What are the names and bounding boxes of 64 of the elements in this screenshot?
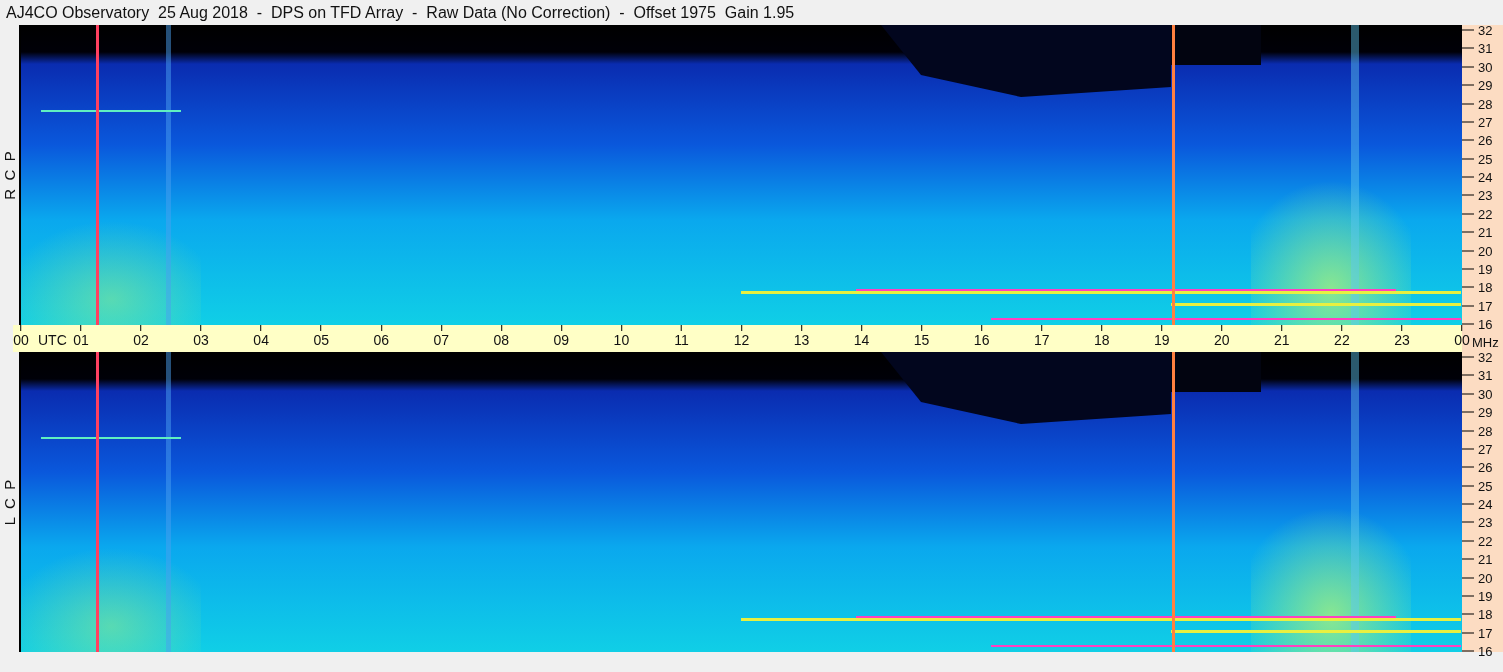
time-label: 22 <box>1334 332 1350 348</box>
frequency-label: 30 <box>1478 386 1493 402</box>
time-label: 03 <box>193 332 209 348</box>
frequency-label: 20 <box>1478 570 1493 585</box>
frequency-label: 25 <box>1478 478 1493 494</box>
polarization-label: L C P <box>1 479 18 525</box>
frequency-label: 32 <box>1478 22 1493 38</box>
frequency-label: 32 <box>1478 349 1493 365</box>
frequency-label: 28 <box>1478 96 1493 111</box>
frequency-label: 31 <box>1478 40 1493 56</box>
time-label: 05 <box>313 332 329 348</box>
frequency-label: 22 <box>1478 206 1493 222</box>
frequency-label: 26 <box>1478 132 1493 148</box>
frequency-label: 27 <box>1478 114 1493 130</box>
time-label: 11 <box>674 332 689 348</box>
time-label: 13 <box>793 332 810 348</box>
frequency-label: 21 <box>1478 224 1493 240</box>
time-label: 01 <box>73 332 89 348</box>
frequency-label: 17 <box>1478 298 1493 314</box>
time-label: 09 <box>553 332 570 348</box>
time-label: 00 <box>13 332 29 348</box>
frequency-label: 20 <box>1478 243 1493 258</box>
frequency-label: 17 <box>1478 625 1493 641</box>
frequency-label: 29 <box>1478 77 1493 93</box>
time-label: 04 <box>253 332 269 348</box>
frequency-label: 19 <box>1478 261 1493 277</box>
time-label: 02 <box>133 332 149 348</box>
frequency-label: 31 <box>1478 367 1493 383</box>
frequency-label: 23 <box>1478 514 1493 530</box>
time-label: 00 <box>1454 332 1470 348</box>
time-label: 19 <box>1154 332 1170 348</box>
time-label: 18 <box>1093 332 1110 348</box>
frequency-label: 18 <box>1478 279 1493 295</box>
frequency-label: 16 <box>1478 316 1493 332</box>
time-label: 14 <box>853 332 870 348</box>
frequency-label: 29 <box>1478 404 1493 420</box>
frequency-label: 23 <box>1478 187 1493 203</box>
frequency-label: 28 <box>1478 423 1493 438</box>
time-label: 06 <box>373 332 390 348</box>
frequency-label: 27 <box>1478 441 1493 457</box>
frequency-label: 21 <box>1478 551 1493 567</box>
frequency-label: 16 <box>1478 643 1493 659</box>
frequency-label: 30 <box>1478 59 1493 75</box>
time-label: 08 <box>493 332 510 348</box>
frequency-label: 22 <box>1478 533 1493 549</box>
frequency-label: 24 <box>1478 496 1493 512</box>
time-label: 07 <box>433 332 450 348</box>
polarization-label: R C P <box>1 150 18 200</box>
time-label: 21 <box>1274 332 1290 348</box>
time-label: 15 <box>913 332 930 348</box>
timezone-label: UTC <box>38 332 67 348</box>
frequency-label: 26 <box>1478 459 1493 475</box>
time-label: 23 <box>1394 332 1410 348</box>
frequency-label: 24 <box>1478 169 1493 185</box>
frequency-label: 18 <box>1478 606 1493 622</box>
time-label: 20 <box>1214 332 1230 348</box>
frequency-label: 19 <box>1478 588 1493 604</box>
time-label: 10 <box>613 332 630 348</box>
time-label: 12 <box>733 332 750 348</box>
time-label: 17 <box>1033 332 1050 348</box>
window-title: AJ4CO Observatory 25 Aug 2018 - DPS on TFD Array - Raw Data (No Correction) - Offset 1975 Gain 1.95 <box>5 3 796 23</box>
frequency-label: 25 <box>1478 151 1493 167</box>
unit-label: MHz <box>1472 335 1499 350</box>
time-label: 16 <box>973 332 990 348</box>
